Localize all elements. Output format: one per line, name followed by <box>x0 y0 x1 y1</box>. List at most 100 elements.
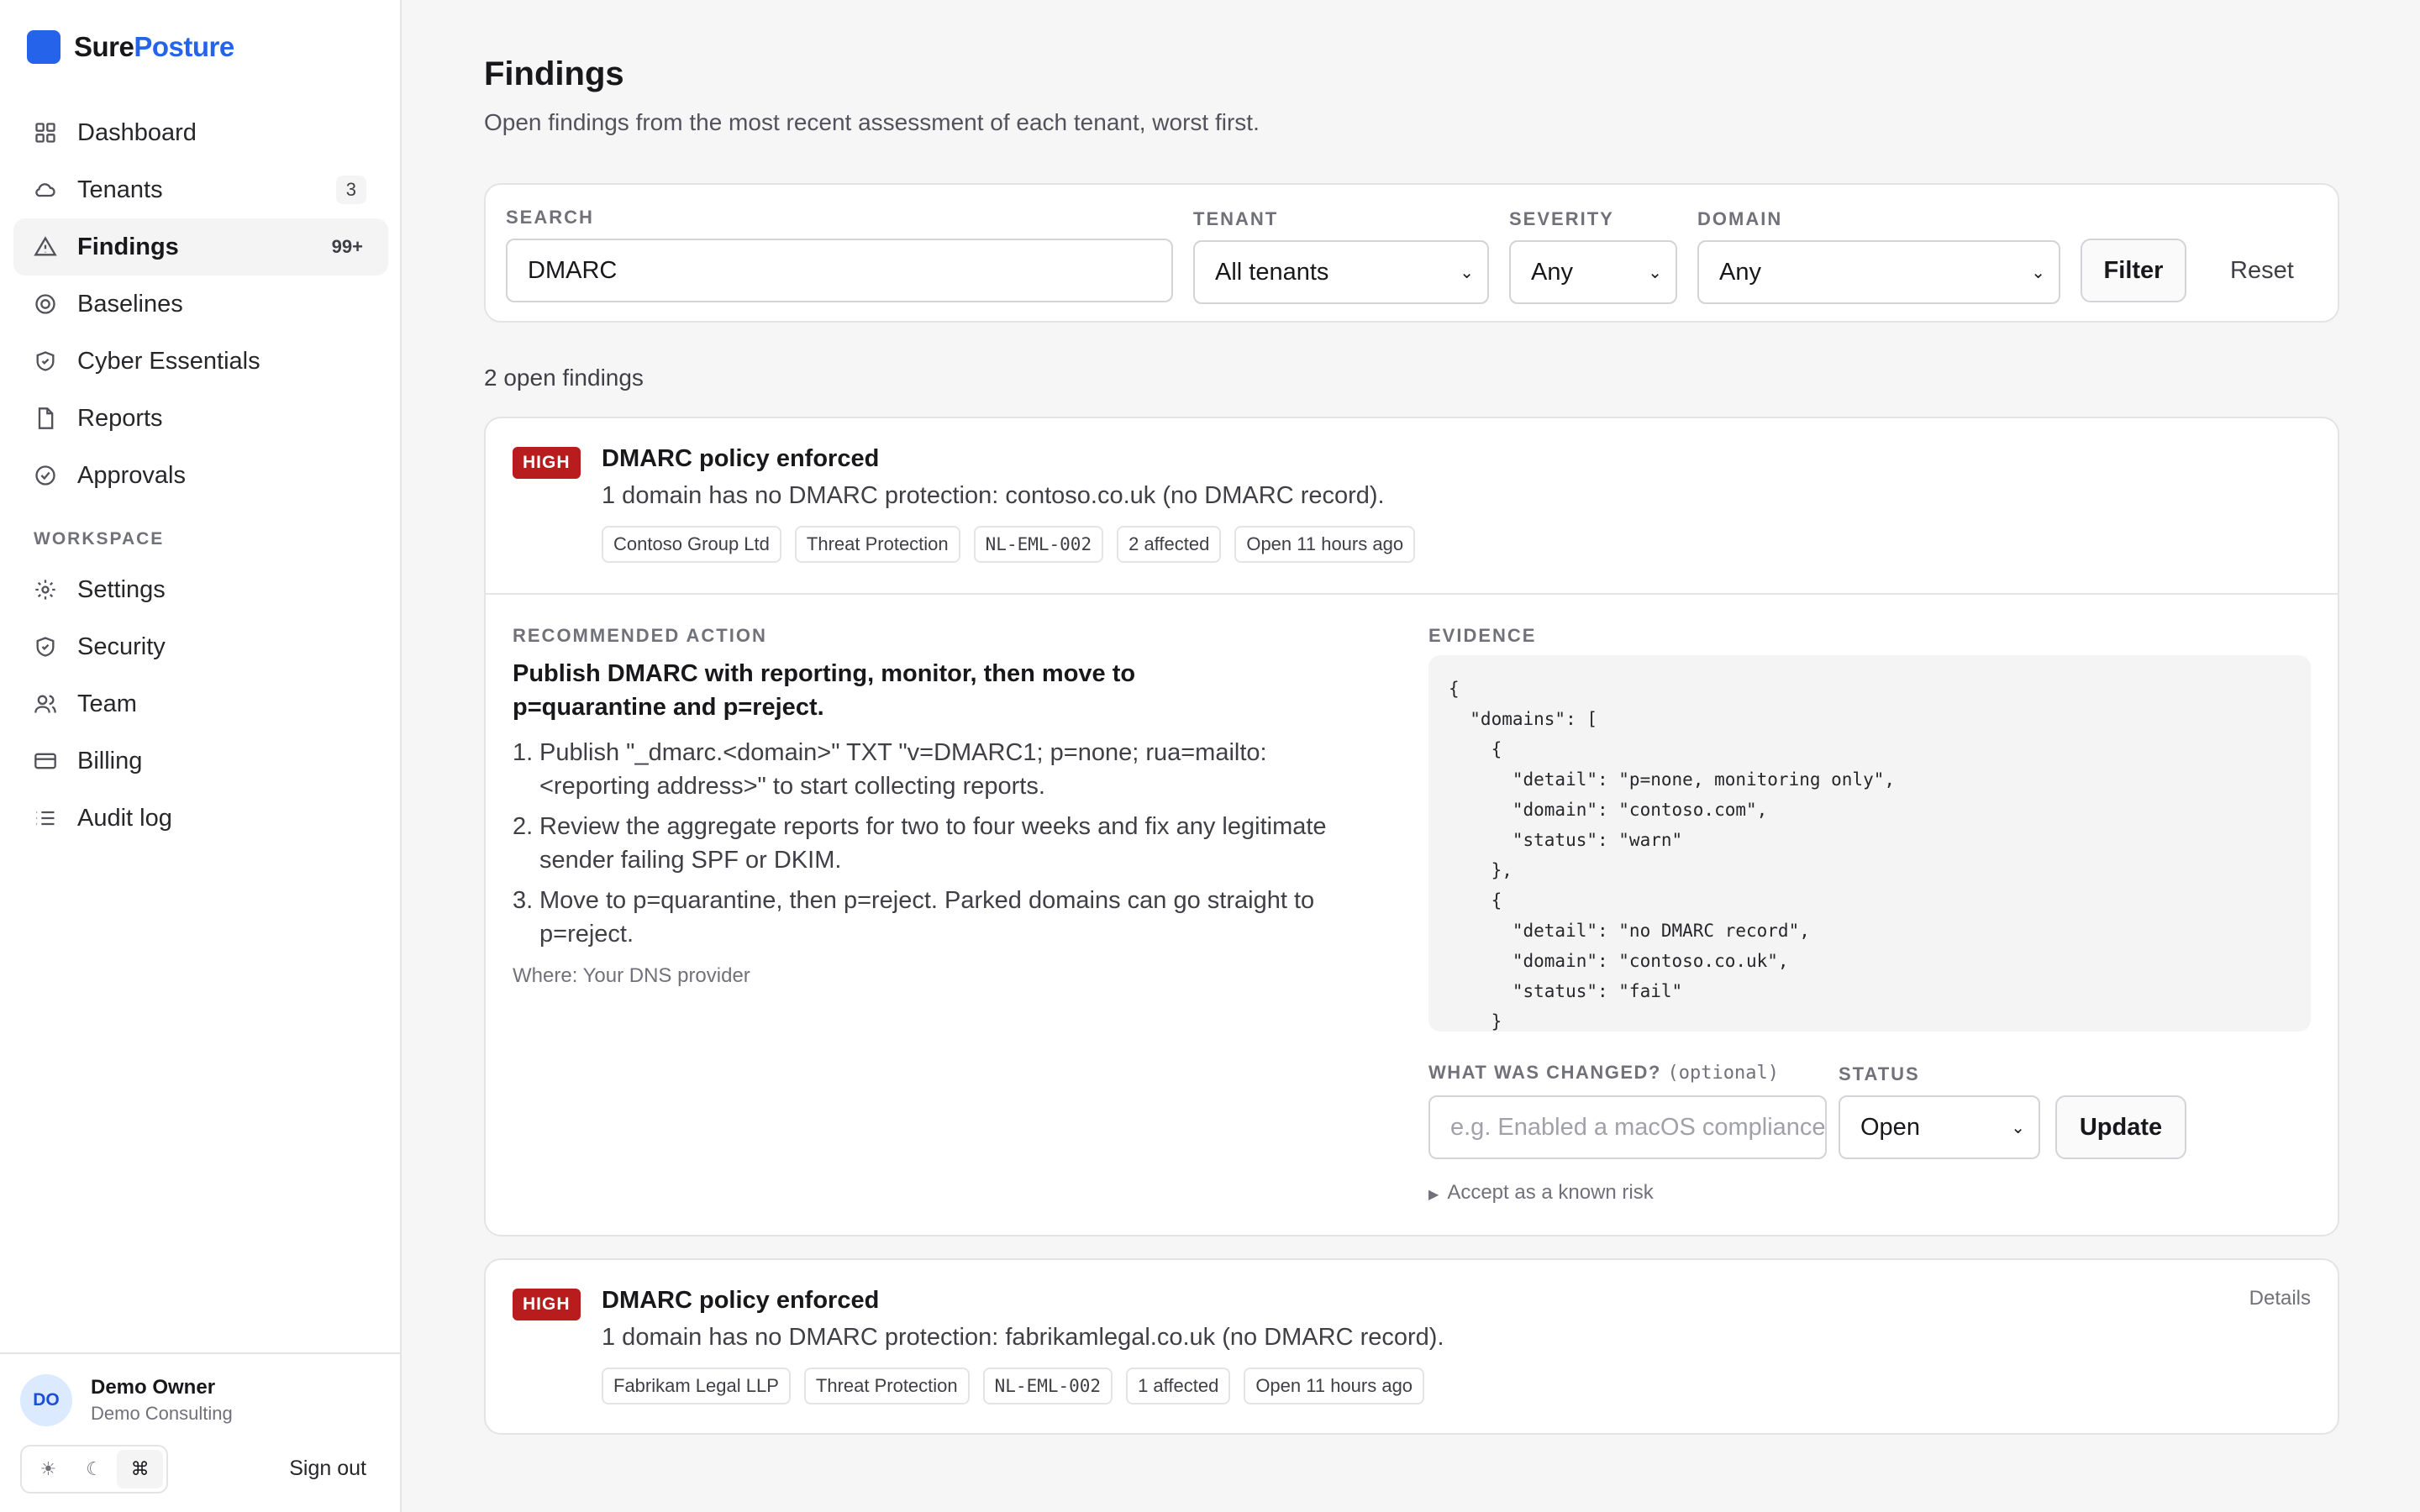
sidebar-item-label: Team <box>77 690 137 717</box>
sidebar-item-label: Billing <box>77 747 143 774</box>
user-panel: DO Demo Owner Demo Consulting ☀ ☾ ⌘ Sign… <box>0 1352 400 1512</box>
sidebar-item-dashboard[interactable]: Dashboard <box>13 104 388 161</box>
target-icon <box>34 292 57 316</box>
evidence-label: EVIDENCE <box>1428 625 1537 646</box>
sidebar-item-audit-log[interactable]: Audit log <box>13 790 388 847</box>
search-label: SEARCH <box>506 207 594 228</box>
domain-label: DOMAIN <box>1697 208 1783 229</box>
sun-icon[interactable]: ☀ <box>25 1450 71 1488</box>
affected-chip: 2 affected <box>1117 526 1222 563</box>
sidebar-item-billing[interactable]: Billing <box>13 732 388 790</box>
sidebar-item-label: Dashboard <box>77 118 197 146</box>
theme-toggle: ☀ ☾ ⌘ <box>20 1445 168 1494</box>
page-subtitle: Open findings from the most recent asses… <box>484 109 1260 135</box>
tenant-label: TENANT <box>1193 208 1279 229</box>
users-icon <box>34 692 57 716</box>
sidebar-item-cyber-essentials[interactable]: Cyber Essentials <box>13 333 388 390</box>
alert-triangle-icon <box>34 235 57 259</box>
finding-tags: Fabrikam Legal LLP Threat Protection NL-… <box>602 1368 1425 1404</box>
domain-chip: Threat Protection <box>794 526 960 563</box>
list-icon <box>34 806 57 830</box>
shield-icon <box>34 635 57 659</box>
gear-icon <box>34 578 57 601</box>
sidebar-item-team[interactable]: Team <box>13 675 388 732</box>
page-title: Findings <box>484 55 624 92</box>
filter-bar: SEARCH DMARC TENANT All tenants ⌄ SEVERIT… <box>484 183 2339 323</box>
tenant-chip: Fabrikam Legal LLP <box>602 1368 791 1404</box>
control-id-chip: NL-EML-002 <box>982 1368 1113 1404</box>
main-nav: Dashboard Tenants 3 Findings 99+ Baselin… <box>13 104 388 847</box>
affected-chip: 1 affected <box>1126 1368 1231 1404</box>
details-link[interactable]: Details <box>2249 1287 2311 1310</box>
file-icon <box>34 407 57 430</box>
chevron-down-icon: ⌄ <box>1460 263 1474 282</box>
sidebar-item-tenants[interactable]: Tenants 3 <box>13 161 388 218</box>
system-theme-icon[interactable]: ⌘ <box>117 1450 164 1488</box>
finding-card[interactable]: HIGH DMARC policy enforced Details 1 dom… <box>484 1258 2339 1435</box>
search-input[interactable]: DMARC <box>506 239 1173 302</box>
status-select[interactable]: Open ⌄ <box>1839 1095 2040 1159</box>
count-badge: 3 <box>335 176 366 204</box>
control-id-chip: NL-EML-002 <box>973 526 1104 563</box>
changed-label: WHAT WAS CHANGED? (optional) <box>1428 1062 1779 1084</box>
sidebar-item-label: Security <box>77 633 166 660</box>
update-button[interactable]: Update <box>2055 1095 2186 1159</box>
sidebar-item-label: Cyber Essentials <box>77 347 260 375</box>
chevron-down-icon: ⌄ <box>2031 263 2045 282</box>
opened-chip: Open 11 hours ago <box>1234 526 1416 563</box>
sidebar-item-approvals[interactable]: Approvals <box>13 447 388 504</box>
sign-out-button[interactable]: Sign out <box>289 1457 366 1481</box>
list-item: 2. Review the aggregate reports for two t… <box>513 813 1327 874</box>
severity-select[interactable]: Any ⌄ <box>1509 240 1677 304</box>
caret-right-icon: ▶ <box>1428 1188 1439 1202</box>
sidebar-item-label: Audit log <box>77 804 172 832</box>
evidence-json[interactable]: { "domains": [ { "detail": "p=none, moni… <box>1428 655 2311 1032</box>
sidebar-item-reports[interactable]: Reports <box>13 390 388 447</box>
user-name: Demo Owner <box>91 1376 216 1399</box>
cloud-icon <box>34 178 57 202</box>
brand-name: SurePosture <box>74 31 234 62</box>
status-label: STATUS <box>1839 1063 1920 1084</box>
workspace-section-label: WORKSPACE <box>34 529 165 549</box>
finding-description: 1 domain has no DMARC protection: contos… <box>602 482 1385 509</box>
reset-button[interactable]: Reset <box>2230 257 2294 285</box>
severity-badge: HIGH <box>513 1289 581 1320</box>
avatar[interactable]: DO <box>20 1374 72 1426</box>
grid-icon <box>34 121 57 144</box>
finding-description: 1 domain has no DMARC protection: fabrik… <box>602 1324 1444 1351</box>
remediation-steps: 1. Publish "_dmarc.<domain>" TXT "v=DMARC… <box>513 736 1361 958</box>
moon-icon[interactable]: ☾ <box>71 1450 118 1488</box>
sidebar-item-baselines[interactable]: Baselines <box>13 276 388 333</box>
sidebar: SurePosture Dashboard Tenants 3 Findings… <box>0 0 402 1512</box>
finding-tags: Contoso Group Ltd Threat Protection NL-E… <box>602 526 1416 563</box>
filter-button[interactable]: Filter <box>2081 239 2186 302</box>
sidebar-item-label: Tenants <box>77 176 163 203</box>
domain-select[interactable]: Any ⌄ <box>1697 240 2060 304</box>
chevron-down-icon: ⌄ <box>1648 263 1662 282</box>
count-badge: 99+ <box>331 236 363 257</box>
sidebar-item-label: Settings <box>77 575 166 603</box>
results-count: 2 open findings <box>484 365 644 391</box>
sidebar-item-security[interactable]: Security <box>13 618 388 675</box>
finding-title: DMARC policy enforced <box>602 445 880 472</box>
sidebar-item-label: Approvals <box>77 461 186 489</box>
sidebar-item-label: Findings <box>77 233 179 260</box>
tenant-chip: Contoso Group Ltd <box>602 526 781 563</box>
changed-input[interactable]: e.g. Enabled a macOS compliance policy <box>1428 1095 1827 1159</box>
where-hint: Where: Your DNS provider <box>513 964 750 987</box>
sidebar-item-findings[interactable]: Findings 99+ <box>13 218 388 276</box>
chevron-down-icon: ⌄ <box>2011 1118 2025 1137</box>
severity-label: SEVERITY <box>1509 208 1614 229</box>
sidebar-item-label: Baselines <box>77 290 183 318</box>
sidebar-item-settings[interactable]: Settings <box>13 561 388 618</box>
credit-card-icon <box>34 749 57 773</box>
brand-logo[interactable]: SurePosture <box>27 30 234 64</box>
list-item: 3. Move to p=quarantine, then p=reject. P… <box>513 887 1315 948</box>
shield-check-icon <box>34 349 57 373</box>
brand-mark-icon <box>27 30 60 64</box>
tenant-select[interactable]: All tenants ⌄ <box>1193 240 1489 304</box>
accept-risk-toggle[interactable]: ▶ Accept as a known risk <box>1428 1181 1654 1205</box>
opened-chip: Open 11 hours ago <box>1244 1368 1425 1404</box>
finding-card[interactable]: HIGH DMARC policy enforced 1 domain has … <box>484 417 2339 1236</box>
recommended-action-title: Publish DMARC with reporting, monitor, t… <box>513 660 1136 721</box>
